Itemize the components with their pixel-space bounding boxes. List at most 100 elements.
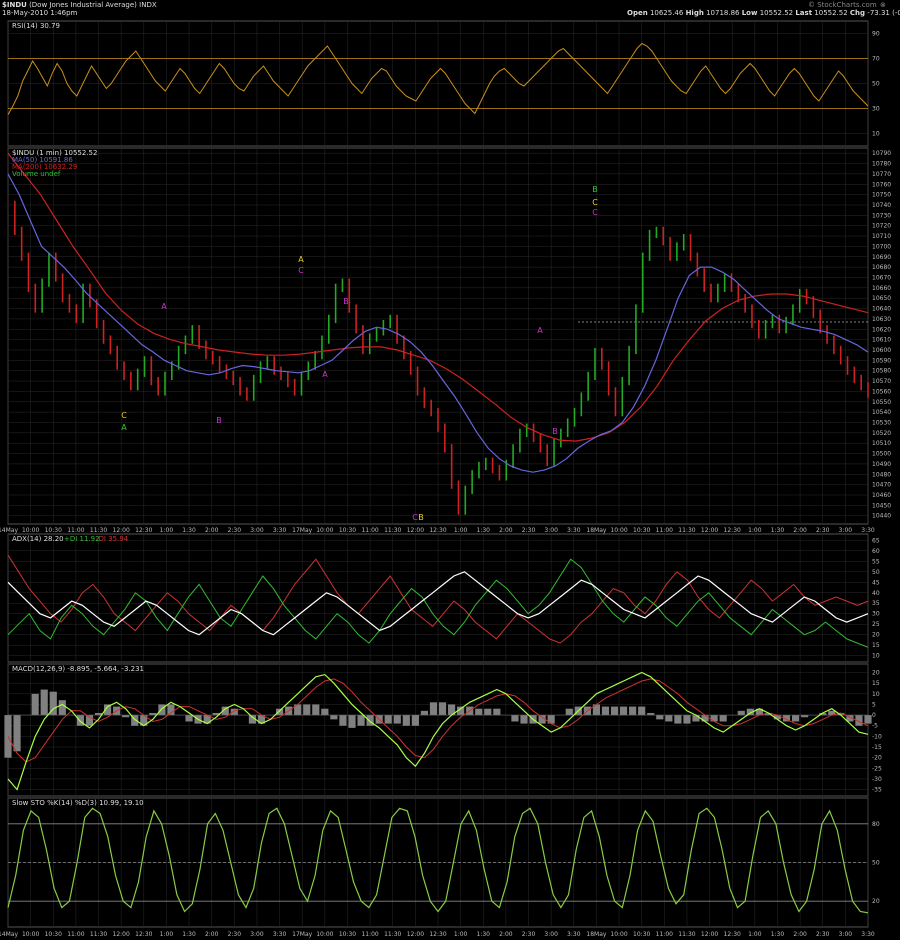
price-ytick-label: 10480 bbox=[872, 471, 891, 478]
wave-label: A bbox=[537, 326, 543, 335]
rsi-ytick-label: 70 bbox=[872, 56, 880, 63]
price-ytick-label: 10620 bbox=[872, 326, 891, 333]
macd-histogram-bar bbox=[429, 702, 438, 716]
bottom-xtick-label: 2:30 bbox=[522, 931, 536, 938]
price-xtick-label: 3:00 bbox=[839, 527, 853, 534]
adx-ytick-label: 60 bbox=[872, 548, 880, 555]
rsi-ytick-label: 50 bbox=[872, 81, 880, 88]
macd-ytick-label: 20 bbox=[872, 670, 880, 677]
bottom-xtick-label: 11:00 bbox=[361, 931, 378, 938]
macd-histogram-bar bbox=[484, 708, 492, 716]
macd-histogram-bar bbox=[321, 708, 329, 716]
wave-label: A bbox=[121, 423, 127, 432]
adx-ytick-label: 20 bbox=[872, 632, 880, 639]
adx-ytick-label: 50 bbox=[872, 569, 880, 576]
bottom-xtick-label: 10:30 bbox=[339, 931, 356, 938]
bottom-xtick-label: 11:30 bbox=[678, 931, 695, 938]
macd-ytick-label: 5 bbox=[872, 701, 876, 708]
bottom-xtick-label: 1:30 bbox=[477, 931, 491, 938]
price-xtick-label: 10:00 bbox=[22, 527, 39, 534]
macd-histogram-bar bbox=[737, 710, 745, 716]
bottom-xtick-label: 2:30 bbox=[816, 931, 830, 938]
price-ytick-label: 10530 bbox=[872, 419, 891, 426]
macd-histogram-bar bbox=[330, 715, 338, 720]
macd-histogram-bar bbox=[275, 708, 284, 716]
price-xtick-label: 1:30 bbox=[771, 527, 785, 534]
price-ytick-label: 10670 bbox=[872, 274, 891, 281]
macd-histogram-bar bbox=[647, 712, 655, 716]
price-ytick-label: 10730 bbox=[872, 212, 891, 219]
macd-ytick-label: -30 bbox=[872, 776, 882, 783]
bottom-xtick-label: 3:30 bbox=[273, 931, 287, 938]
bottom-xtick-label: 10:30 bbox=[633, 931, 650, 938]
wave-label: C bbox=[592, 208, 598, 217]
price-xtick-label: 11:30 bbox=[384, 527, 401, 534]
macd-histogram-bar bbox=[683, 715, 691, 724]
macd-histogram-bar bbox=[701, 715, 709, 722]
macd-histogram-bar bbox=[31, 693, 39, 716]
wave-label: B bbox=[592, 185, 598, 194]
macd-histogram-bar bbox=[493, 708, 501, 716]
rsi-ytick-label: 90 bbox=[872, 31, 880, 38]
price-xtick-label: 1:00 bbox=[454, 527, 468, 534]
bottom-xtick-label: 12:00 bbox=[407, 931, 424, 938]
price-xtick-label: 3:30 bbox=[273, 527, 287, 534]
macd-ytick-label: -35 bbox=[872, 787, 882, 794]
macd-histogram-bar bbox=[4, 715, 12, 758]
macd-histogram-bar bbox=[864, 715, 872, 724]
price-xtick-label: 12:30 bbox=[135, 527, 152, 534]
adx-legend: ADX(14) 28.20 bbox=[12, 535, 64, 543]
price-ytick-label: 10460 bbox=[872, 492, 891, 499]
macd-ytick-label: 0 bbox=[872, 712, 876, 719]
price-ytick-label: 10630 bbox=[872, 316, 891, 323]
bottom-xtick-label: 10:00 bbox=[610, 931, 627, 938]
wave-label: C bbox=[592, 198, 598, 207]
macd-histogram-bar bbox=[312, 704, 320, 716]
adx-ytick-label: 25 bbox=[872, 621, 880, 628]
macd-histogram-bar bbox=[665, 715, 673, 722]
bottom-xtick-label: 2:30 bbox=[228, 931, 242, 938]
price-ytick-label: 10740 bbox=[872, 202, 891, 209]
price-ytick-label: 10590 bbox=[872, 357, 891, 364]
price-xtick-label: 1:30 bbox=[477, 527, 491, 534]
bottom-xtick-label: 10:30 bbox=[45, 931, 62, 938]
sto-ytick-label: 20 bbox=[872, 898, 880, 905]
bottom-xtick-label: 3:30 bbox=[861, 931, 875, 938]
wave-label: B bbox=[343, 297, 349, 306]
price-ytick-label: 10770 bbox=[872, 171, 891, 178]
bottom-xtick-label: 2:00 bbox=[793, 931, 807, 938]
macd-histogram-bar bbox=[158, 704, 166, 716]
sto-ytick-label: 50 bbox=[872, 860, 880, 867]
price-xtick-label: 12:30 bbox=[724, 527, 741, 534]
macd-ytick-label: -20 bbox=[872, 755, 882, 762]
sto-legend: Slow STO %K(14) %D(3) 10.99, 19.10 bbox=[12, 799, 144, 807]
bottom-xtick-label: 12:30 bbox=[724, 931, 741, 938]
price-ytick-label: 10680 bbox=[872, 264, 891, 271]
price-ytick-label: 10610 bbox=[872, 337, 891, 344]
price-ytick-label: 10500 bbox=[872, 451, 891, 458]
price-xtick-label: 17May bbox=[292, 527, 312, 534]
price-xtick-label: 11:30 bbox=[678, 527, 695, 534]
price-xtick-label: 2:00 bbox=[499, 527, 513, 534]
macd-ytick-label: 10 bbox=[872, 691, 880, 698]
bottom-xtick-label: 11:00 bbox=[67, 931, 84, 938]
price-xtick-label: 11:00 bbox=[656, 527, 673, 534]
bottom-xtick-label: 11:30 bbox=[90, 931, 107, 938]
macd-histogram-bar bbox=[520, 715, 528, 724]
wave-label: A bbox=[322, 370, 328, 379]
macd-histogram-bar bbox=[610, 706, 619, 716]
macd-histogram-bar bbox=[710, 715, 718, 722]
volume-legend: Volume undef bbox=[12, 170, 61, 178]
macd-ytick-label: -10 bbox=[872, 733, 882, 740]
adx-ytick-label: 65 bbox=[872, 537, 880, 544]
bottom-xtick-label: 1:30 bbox=[182, 931, 196, 938]
macd-histogram-bar bbox=[40, 689, 48, 716]
price-xtick-label: 11:30 bbox=[90, 527, 107, 534]
macd-histogram-bar bbox=[76, 715, 85, 726]
macd-histogram-bar bbox=[366, 715, 374, 726]
macd-ytick-label: 15 bbox=[872, 680, 880, 687]
macd-histogram-bar bbox=[674, 715, 682, 724]
price-xtick-label: 12:00 bbox=[113, 527, 130, 534]
price-ytick-label: 10650 bbox=[872, 295, 891, 302]
wave-label: A bbox=[298, 255, 304, 264]
